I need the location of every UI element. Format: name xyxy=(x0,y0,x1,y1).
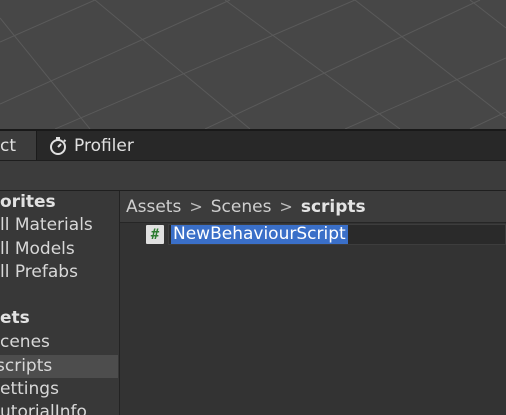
tab-profiler[interactable]: Profiler xyxy=(48,131,134,160)
breadcrumb-scenes[interactable]: Scenes xyxy=(211,197,272,217)
breadcrumb-assets[interactable]: Assets xyxy=(126,197,181,217)
tree-item-settings[interactable]: ettings xyxy=(0,378,59,401)
breadcrumb-scripts[interactable]: scripts xyxy=(301,197,366,217)
file-row-new-script[interactable]: # NewBehaviourScript xyxy=(120,224,506,246)
tab-profiler-label: Profiler xyxy=(74,135,134,156)
scene-view-grid[interactable] xyxy=(0,0,506,129)
tree-item-scripts[interactable]: scripts xyxy=(0,355,118,378)
rename-selected-text[interactable]: NewBehaviourScript xyxy=(171,225,348,244)
tab-project[interactable]: ct xyxy=(0,131,37,160)
tree-item-all-models[interactable]: ll Models xyxy=(0,238,75,261)
project-file-browser: Assets > Scenes > scripts # NewBehaviour… xyxy=(120,191,506,415)
scene-grid-lines xyxy=(0,0,506,129)
tree-item-all-materials[interactable]: ll Materials xyxy=(0,214,93,237)
tab-project-label: ct xyxy=(0,135,17,156)
tree-item-all-prefabs[interactable]: ll Prefabs xyxy=(0,261,78,284)
tree-header-favorites[interactable]: orites xyxy=(0,191,56,214)
tree-header-assets[interactable]: ets xyxy=(0,307,30,330)
rename-input[interactable]: NewBehaviourScript xyxy=(168,224,506,245)
breadcrumb-separator-icon: > xyxy=(279,197,293,216)
project-toolbar xyxy=(0,161,506,191)
project-folder-tree: orites ll Materials ll Models ll Prefabs… xyxy=(0,191,120,415)
tree-item-tutorial-info[interactable]: utorialInfo xyxy=(0,401,87,415)
stopwatch-icon xyxy=(48,136,68,156)
breadcrumb-separator-icon: > xyxy=(189,197,203,216)
breadcrumb: Assets > Scenes > scripts xyxy=(120,191,506,223)
tab-bar: ct Profiler xyxy=(0,131,506,161)
tree-item-scenes[interactable]: cenes xyxy=(0,331,50,354)
csharp-script-icon: # xyxy=(146,225,164,244)
